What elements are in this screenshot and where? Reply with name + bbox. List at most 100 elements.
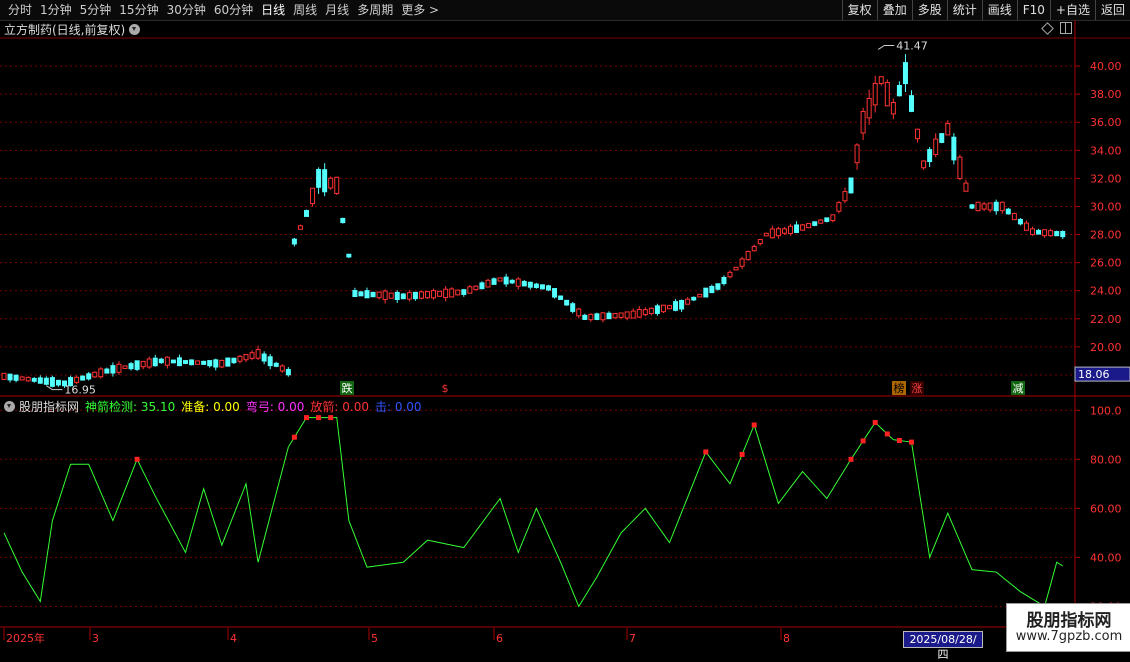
indicator-menu-icon[interactable] <box>4 400 15 412</box>
candle-body <box>727 271 733 278</box>
candle-body <box>394 291 400 301</box>
candle-body <box>80 375 86 381</box>
candle-body <box>564 299 570 306</box>
indicator-hot-point <box>304 415 309 421</box>
candle-body <box>473 285 479 291</box>
candle-body <box>183 360 188 364</box>
indicator-hot-point <box>751 422 757 428</box>
candle-body <box>273 362 279 367</box>
candle-body <box>406 292 412 300</box>
candle-body <box>146 358 152 368</box>
candle-body <box>376 291 382 299</box>
indicator-item-3: 放箭: 0.00 <box>310 399 369 414</box>
candle-body <box>739 258 745 267</box>
candle-body <box>757 239 763 245</box>
candle-body <box>7 373 13 381</box>
candle-body <box>431 290 437 299</box>
price-tick-label: 28.00 <box>1090 229 1122 242</box>
candle-body <box>497 277 503 282</box>
candle-body <box>37 377 43 384</box>
time-label: 6 <box>496 632 503 645</box>
candle-body <box>425 291 430 299</box>
indicator-item-2: 弯弓: 0.00 <box>245 399 305 414</box>
candle-body <box>491 278 497 285</box>
price-tick-label: 38.00 <box>1090 88 1122 101</box>
candle-body <box>673 301 679 311</box>
candle-body <box>370 291 376 298</box>
candle-body <box>364 290 370 299</box>
candle-body <box>152 357 158 367</box>
candle-body <box>13 374 19 381</box>
candle-body <box>800 224 806 231</box>
candle-body <box>340 217 346 224</box>
candle-body <box>116 363 122 373</box>
candle-body <box>969 204 975 209</box>
candle-body <box>449 288 455 298</box>
candle-body <box>576 308 582 317</box>
candle-body <box>164 356 170 366</box>
candle-body <box>195 360 201 365</box>
candle-body <box>74 376 80 383</box>
candle-body <box>1017 218 1023 225</box>
candle-body <box>546 285 551 291</box>
time-label: 4 <box>230 632 237 645</box>
candle-body <box>685 298 691 305</box>
candle-body <box>697 293 703 298</box>
indicator-hot-point <box>291 434 297 440</box>
low-label: 16.95 <box>64 384 96 397</box>
candle-body <box>999 201 1005 212</box>
price-tick-label: 36.00 <box>1090 116 1122 129</box>
current-date-label: 2025/08/28/四 <box>903 631 983 661</box>
candle-body <box>927 149 933 163</box>
indicator-tick-label: 80.00 <box>1090 453 1122 466</box>
candle-body <box>872 82 878 106</box>
candle-body <box>830 214 836 222</box>
candle-body <box>939 133 945 143</box>
indicator-item-1: 准备: 0.00 <box>181 399 240 414</box>
candle-body <box>231 357 237 364</box>
time-label: 8 <box>783 632 790 645</box>
indicator-hot-point <box>872 420 878 426</box>
candle-body <box>848 177 854 194</box>
time-label: 3 <box>92 632 99 645</box>
candle-body <box>751 245 757 252</box>
current-price-label: 18.06 <box>1078 368 1110 381</box>
indicator-hot-point <box>896 437 902 443</box>
indicator-hot-point <box>848 456 854 462</box>
indicator-hot-point <box>316 415 322 421</box>
candle-body <box>963 182 969 192</box>
candle-body <box>412 291 418 300</box>
candle-body <box>388 292 394 299</box>
candle-body <box>1036 229 1042 235</box>
candle-body <box>237 355 243 362</box>
candle-body <box>1005 208 1011 215</box>
candle-body <box>55 379 61 386</box>
candle-body <box>636 309 642 318</box>
candle-body <box>1054 231 1060 237</box>
high-label: 41.47 <box>896 39 928 52</box>
candle-body <box>334 176 340 195</box>
candle-body <box>455 289 461 296</box>
candle-body <box>679 299 685 310</box>
candle-body <box>612 312 618 319</box>
candle-body <box>418 291 424 299</box>
candle-body <box>775 228 781 237</box>
candle-body <box>878 76 884 85</box>
price-tick-label: 22.00 <box>1090 313 1122 326</box>
candle-body <box>745 251 751 261</box>
candle-body <box>461 289 467 295</box>
candle-body <box>836 202 842 212</box>
candle-body <box>219 359 225 368</box>
candle-body <box>993 201 999 212</box>
candle-body <box>987 202 993 211</box>
candle-body <box>128 363 134 370</box>
candle-body <box>957 156 963 180</box>
price-tick-label: 40.00 <box>1090 60 1122 73</box>
indicator-tick-label: 40.00 <box>1090 551 1122 564</box>
candle-body <box>951 136 957 161</box>
high-marker <box>877 44 895 50</box>
candle-body <box>842 191 848 202</box>
candle-body <box>158 358 164 364</box>
candle-body <box>86 373 92 380</box>
candle-body <box>1060 231 1066 238</box>
